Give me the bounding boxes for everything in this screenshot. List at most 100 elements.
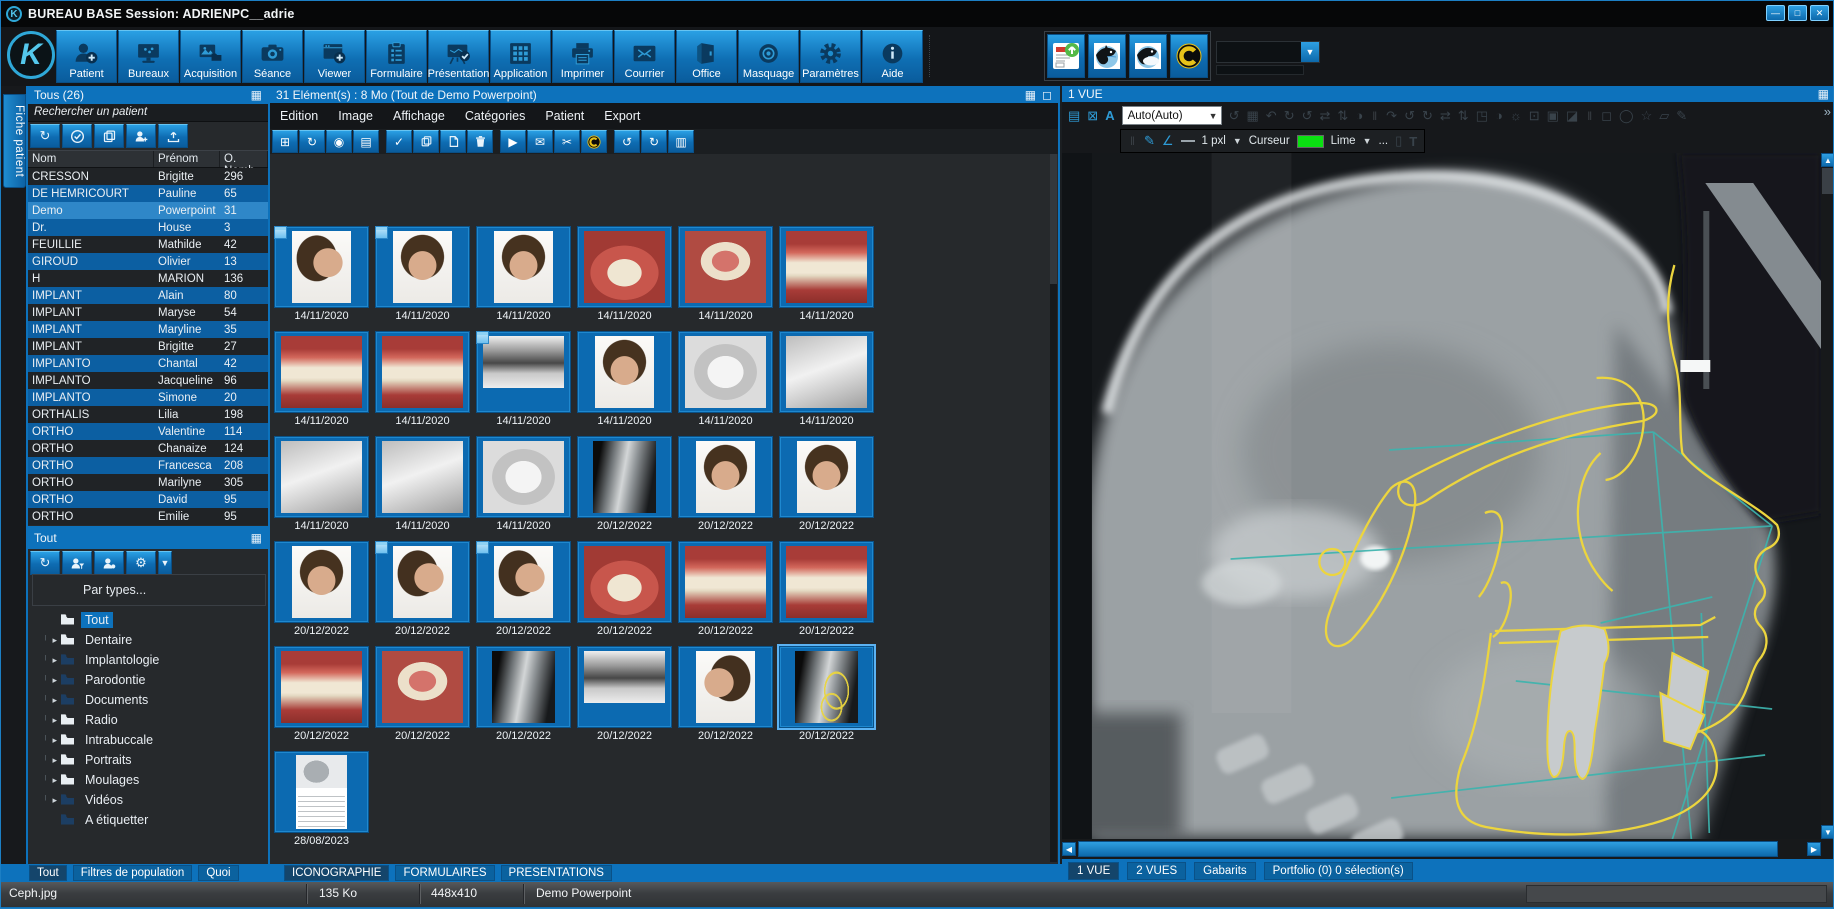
check-circle-button[interactable] bbox=[62, 124, 92, 148]
bottom-tab-quoi[interactable]: Quoi bbox=[198, 865, 238, 881]
main-combo[interactable]: ▼ bbox=[1216, 41, 1320, 63]
toolbar-button-viewer[interactable]: Viewer bbox=[304, 30, 365, 83]
person-filter-button[interactable] bbox=[62, 551, 92, 575]
thumbnail-face[interactable] bbox=[476, 226, 571, 308]
c-logo-button[interactable] bbox=[581, 130, 607, 153]
tree-item-vid-os[interactable]: ▸Vidéos bbox=[34, 790, 264, 810]
boxed-icon[interactable]: ⊡ bbox=[1529, 108, 1540, 124]
mail-button[interactable]: ✉ bbox=[527, 130, 553, 153]
win-button[interactable]: ⊞ bbox=[272, 130, 298, 153]
rect-sel-icon[interactable]: ◻ bbox=[1601, 108, 1612, 124]
toolbar-button-aide[interactable]: Aide bbox=[862, 30, 923, 83]
bottom-tab-iconographie[interactable]: ICONOGRAPHIE bbox=[284, 865, 389, 881]
viewer-tab-1[interactable]: 1 VUE bbox=[1068, 862, 1119, 880]
half-icon[interactable]: ◑ bbox=[1495, 108, 1503, 124]
thumbnail-ceph[interactable] bbox=[476, 646, 571, 728]
save-icon[interactable]: ▤ bbox=[1068, 108, 1080, 124]
scroll-down-icon[interactable]: ▼ bbox=[1821, 825, 1834, 839]
tree-expand-icon[interactable]: ▸ bbox=[34, 635, 60, 646]
orca-cloud-icon[interactable] bbox=[1129, 34, 1167, 78]
patient-row[interactable]: ORTHALISLilia198 bbox=[28, 406, 268, 423]
text-tool-icon[interactable]: T bbox=[1409, 134, 1417, 149]
thumbnail-prof[interactable] bbox=[274, 226, 369, 308]
thumbnail-face[interactable] bbox=[678, 436, 773, 518]
person-tag-button[interactable] bbox=[94, 551, 124, 575]
thumbnail-intra[interactable] bbox=[678, 541, 773, 623]
thumbnail-intra[interactable] bbox=[274, 646, 369, 728]
grid-view-icon[interactable]: ▦ bbox=[251, 531, 262, 545]
patient-row[interactable]: ORTHODavid95 bbox=[28, 491, 268, 508]
tree-item-implantologie[interactable]: ▸Implantologie bbox=[34, 650, 264, 670]
patient-row[interactable]: DemoPowerpoint31 bbox=[28, 202, 268, 219]
patient-table-header[interactable]: NomPrénomO. Nomb bbox=[28, 150, 268, 168]
thumbnail-intra[interactable] bbox=[375, 331, 470, 413]
patient-row[interactable]: IMPLANTMaryline35 bbox=[28, 321, 268, 338]
toolbar-button-séance[interactable]: Séance bbox=[242, 30, 303, 83]
tree-expand-icon[interactable]: ▸ bbox=[34, 655, 60, 666]
thumbnail-face[interactable] bbox=[274, 541, 369, 623]
patient-row[interactable]: IMPLANTAlain80 bbox=[28, 287, 268, 304]
chevron-down-icon[interactable]: ▼ bbox=[1206, 111, 1221, 121]
tree-item-moulages[interactable]: ▸Moulages bbox=[34, 770, 264, 790]
toolbar-button-paramètres[interactable]: Paramètres bbox=[800, 30, 861, 83]
redo-arc-icon[interactable]: ↷ bbox=[1386, 108, 1397, 124]
cut-button[interactable]: ✂ bbox=[554, 130, 580, 153]
protractor-icon[interactable]: ∠ bbox=[1162, 133, 1174, 149]
patient-row[interactable]: ORTHOMarilyne305 bbox=[28, 474, 268, 491]
rotate-r-button[interactable]: ↻ bbox=[641, 130, 667, 153]
grid-view-icon[interactable]: ▦ bbox=[1818, 87, 1829, 101]
vertical-scrollbar[interactable]: ▲ ▼ bbox=[1821, 153, 1834, 839]
swap-v-icon[interactable]: ⇅ bbox=[1337, 108, 1348, 124]
toolbar-button-bureaux[interactable]: Bureaux bbox=[118, 30, 179, 83]
thumbnail-modelarch[interactable] bbox=[678, 331, 773, 413]
thumbnail-face[interactable] bbox=[779, 436, 874, 518]
trash-button[interactable] bbox=[467, 130, 493, 153]
zoom-mode-combo[interactable]: Auto(Auto) ▼ bbox=[1122, 106, 1222, 125]
scroll-up-icon[interactable]: ▲ bbox=[1821, 153, 1834, 167]
pen-icon[interactable]: ✎ bbox=[1144, 133, 1155, 149]
chevron-down-icon[interactable]: ▼ bbox=[1233, 136, 1242, 146]
thumbnail-archup[interactable] bbox=[577, 541, 672, 623]
patient-row[interactable]: ORTHOEmilie95 bbox=[28, 508, 268, 525]
color-name[interactable]: Lime bbox=[1331, 135, 1356, 147]
toolbar-button-imprimer[interactable]: Imprimer bbox=[552, 30, 613, 83]
tab-fiche-patient[interactable]: Fiche patient bbox=[3, 94, 26, 188]
chevron-down-icon[interactable]: ▼ bbox=[1301, 42, 1319, 62]
patient-row[interactable]: ORTHOChanaize124 bbox=[28, 440, 268, 457]
toolbar-button-formulaire[interactable]: Formulaire bbox=[366, 30, 427, 83]
thumbnail-ceph[interactable] bbox=[577, 436, 672, 518]
lock-icon[interactable]: ⊠ bbox=[1087, 108, 1098, 124]
viewer-tab-2[interactable]: 2 VUES bbox=[1127, 862, 1186, 880]
toolbar-overflow-chevron[interactable]: » bbox=[1824, 104, 1831, 119]
thumbnail-prof[interactable] bbox=[375, 541, 470, 623]
rotate-arc-icon[interactable]: ↶ bbox=[1266, 108, 1277, 124]
toolbar-button-office[interactable]: Office bbox=[676, 30, 737, 83]
sun-icon[interactable]: ☼ bbox=[1510, 108, 1522, 124]
tree-item-parodontie[interactable]: ▸Parodontie bbox=[34, 670, 264, 690]
font-icon[interactable]: A bbox=[1105, 108, 1114, 123]
rotate-ccw-icon[interactable]: ↺ bbox=[1302, 108, 1313, 124]
tree-item-intrabuccale[interactable]: ▸Intrabuccale bbox=[34, 730, 264, 750]
menu-image[interactable]: Image bbox=[328, 109, 383, 123]
corner-icon[interactable]: ◳ bbox=[1476, 108, 1488, 124]
toolbar-button-courrier[interactable]: Courrier bbox=[614, 30, 675, 83]
check-button[interactable]: ✓ bbox=[386, 130, 412, 153]
thumbnail-archlow[interactable] bbox=[375, 646, 470, 728]
bottom-tab-formulaires[interactable]: FORMULAIRES bbox=[395, 865, 494, 881]
toolbar-button-masquage[interactable]: Masquage bbox=[738, 30, 799, 83]
chevron-down-icon[interactable]: ▼ bbox=[1363, 136, 1372, 146]
tree-expand-icon[interactable]: ▸ bbox=[34, 735, 60, 746]
scroll-right-icon[interactable]: ▶ bbox=[1807, 842, 1821, 856]
patient-row[interactable]: IMPLANTBrigitte27 bbox=[28, 338, 268, 355]
kitview-logo-icon[interactable]: K bbox=[7, 31, 55, 79]
thumbnail-intra[interactable] bbox=[779, 226, 874, 308]
swap-v-icon[interactable]: ⇅ bbox=[1458, 108, 1469, 124]
grid-view-icon[interactable]: ▦ bbox=[251, 88, 262, 102]
tree-item-documents[interactable]: ▸Documents bbox=[34, 690, 264, 710]
menu-edition[interactable]: Edition bbox=[270, 109, 328, 123]
swap-h-icon[interactable]: ⇄ bbox=[1320, 108, 1331, 124]
copy-button[interactable] bbox=[413, 130, 439, 153]
rotate-cw-icon[interactable]: ↻ bbox=[1422, 108, 1433, 124]
ellipse-sel-icon[interactable]: ◯ bbox=[1619, 108, 1634, 124]
thumbnail-face[interactable] bbox=[375, 226, 470, 308]
